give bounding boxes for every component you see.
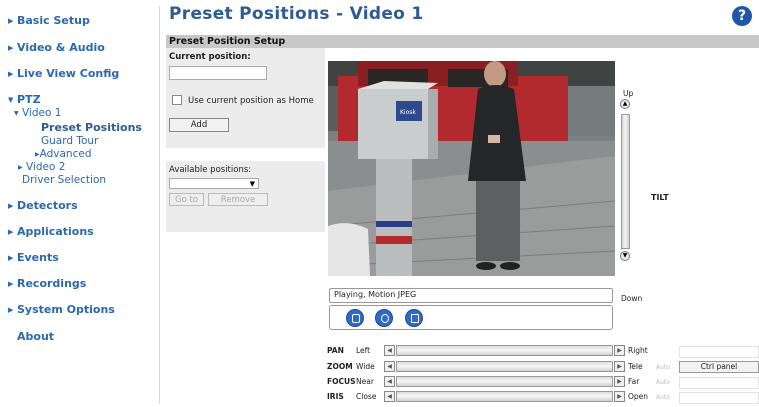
iris-high-label: Open bbox=[628, 392, 649, 401]
current-position-input[interactable] bbox=[169, 66, 267, 80]
stop-icon[interactable] bbox=[346, 309, 364, 327]
svg-text:Kiosk: Kiosk bbox=[400, 109, 416, 116]
snapshot-icon[interactable] bbox=[375, 309, 393, 327]
sidebar-item-events[interactable]: ▶ Events bbox=[8, 251, 59, 264]
triangle-right-icon: ▶ bbox=[8, 306, 14, 314]
page-title: Preset Positions - Video 1 bbox=[169, 4, 424, 24]
sidebar-item-driver-selection[interactable]: Driver Selection bbox=[22, 174, 106, 187]
sidebar-item-about[interactable]: About bbox=[17, 330, 54, 343]
triangle-right-icon: ▶ bbox=[8, 17, 14, 25]
focus-slider[interactable] bbox=[396, 376, 613, 387]
zoom-label: ZOOM bbox=[327, 362, 353, 371]
remove-button[interactable]: Remove bbox=[208, 193, 268, 206]
focus-near-icon[interactable]: ◀ bbox=[384, 376, 395, 387]
focus-auto-label: Auto bbox=[656, 379, 670, 386]
tilt-up-icon[interactable]: ▲ bbox=[620, 99, 630, 109]
player-controls bbox=[329, 305, 613, 330]
zoom-tele-icon[interactable]: ▶ bbox=[614, 361, 625, 372]
panel-divider bbox=[166, 148, 325, 161]
help-icon[interactable]: ? bbox=[732, 6, 752, 26]
triangle-right-icon: ▶ bbox=[8, 70, 14, 78]
focus-label: FOCUS bbox=[327, 377, 356, 386]
add-button[interactable]: Add bbox=[169, 118, 229, 132]
triangle-right-icon: ▶ bbox=[18, 164, 23, 171]
iris-slider[interactable] bbox=[396, 391, 613, 402]
iris-low-label: Close bbox=[356, 392, 377, 401]
use-as-home-label: Use current position as Home bbox=[188, 96, 314, 106]
section-header: Preset Position Setup bbox=[166, 35, 759, 48]
iris-label: IRIS bbox=[327, 392, 344, 401]
pan-high-label: Right bbox=[628, 346, 648, 355]
sidebar-item-system-options[interactable]: ▶ System Options bbox=[8, 303, 115, 316]
chevron-down-icon: ▼ bbox=[249, 180, 255, 188]
sidebar-item-preset-positions[interactable]: Preset Positions bbox=[41, 121, 142, 134]
triangle-right-icon: ▶ bbox=[8, 254, 14, 262]
available-positions-label: Available positions: bbox=[169, 165, 252, 175]
sidebar-item-applications[interactable]: ▶ Applications bbox=[8, 225, 94, 238]
tilt-down-icon[interactable]: ▼ bbox=[620, 251, 630, 261]
fullscreen-icon[interactable] bbox=[405, 309, 423, 327]
iris-open-icon[interactable]: ▶ bbox=[614, 391, 625, 402]
sidebar-item-advanced[interactable]: ▶Advanced bbox=[35, 148, 92, 161]
iris-close-icon[interactable]: ◀ bbox=[384, 391, 395, 402]
stream-status-box: Playing, Motion JPEG bbox=[329, 288, 613, 303]
iris-aux-box bbox=[679, 392, 759, 404]
pan-aux-box bbox=[679, 346, 759, 358]
tilt-down-label: Down bbox=[621, 294, 643, 303]
iris-auto-label: Auto bbox=[656, 394, 670, 401]
pan-label: PAN bbox=[327, 346, 344, 355]
current-position-label: Current position: bbox=[169, 52, 251, 62]
tilt-label: TILT bbox=[651, 193, 669, 202]
available-positions-select[interactable]: ▼ bbox=[169, 178, 259, 189]
pan-slider[interactable] bbox=[396, 345, 613, 356]
tilt-slider[interactable] bbox=[621, 114, 630, 249]
sidebar-item-live-view-config[interactable]: ▶ Live View Config bbox=[8, 67, 119, 80]
camera-image: Kiosk bbox=[328, 61, 615, 276]
sidebar-divider bbox=[159, 6, 160, 404]
triangle-right-icon: ▶ bbox=[8, 202, 14, 210]
sidebar: ▶ Basic Setup ▶ Video & Audio ▶ Live View C… bbox=[0, 0, 160, 407]
use-as-home-checkbox[interactable] bbox=[172, 95, 182, 105]
sidebar-item-detectors[interactable]: ▶ Detectors bbox=[8, 199, 78, 212]
triangle-right-icon: ▶ bbox=[8, 228, 14, 236]
triangle-down-icon: ▼ bbox=[14, 110, 19, 117]
focus-aux-box bbox=[679, 377, 759, 389]
pan-right-icon[interactable]: ▶ bbox=[614, 345, 625, 356]
sidebar-item-video-2[interactable]: ▶ Video 2 bbox=[18, 161, 65, 174]
sidebar-item-guard-tour[interactable]: Guard Tour bbox=[41, 135, 98, 148]
sidebar-item-ptz[interactable]: ▼ PTZ bbox=[8, 93, 41, 106]
focus-far-icon[interactable]: ▶ bbox=[614, 376, 625, 387]
zoom-auto-label: Auto bbox=[656, 364, 670, 371]
video-stream[interactable]: Kiosk bbox=[328, 61, 615, 276]
ctrl-panel-button[interactable]: Ctrl panel bbox=[679, 361, 759, 373]
pan-low-label: Left bbox=[356, 346, 371, 355]
focus-low-label: Near bbox=[356, 377, 374, 386]
triangle-down-icon: ▼ bbox=[8, 96, 14, 104]
sidebar-item-video-audio[interactable]: ▶ Video & Audio bbox=[8, 41, 105, 54]
triangle-right-icon: ▶ bbox=[8, 44, 14, 52]
sidebar-item-recordings[interactable]: ▶ Recordings bbox=[8, 277, 86, 290]
tilt-up-label: Up bbox=[623, 89, 634, 98]
section-title: Preset Position Setup bbox=[169, 36, 286, 47]
zoom-wide-icon[interactable]: ◀ bbox=[384, 361, 395, 372]
stream-status-text: Playing, Motion JPEG bbox=[334, 290, 417, 299]
zoom-high-label: Tele bbox=[628, 362, 643, 371]
zoom-low-label: Wide bbox=[356, 362, 375, 371]
goto-button[interactable]: Go to bbox=[169, 193, 204, 206]
sidebar-item-basic-setup[interactable]: ▶ Basic Setup bbox=[8, 14, 90, 27]
zoom-slider[interactable] bbox=[396, 361, 613, 372]
sidebar-item-video-1[interactable]: ▼ Video 1 bbox=[14, 107, 61, 120]
pan-left-icon[interactable]: ◀ bbox=[384, 345, 395, 356]
focus-high-label: Far bbox=[628, 377, 640, 386]
triangle-right-icon: ▶ bbox=[8, 280, 14, 288]
